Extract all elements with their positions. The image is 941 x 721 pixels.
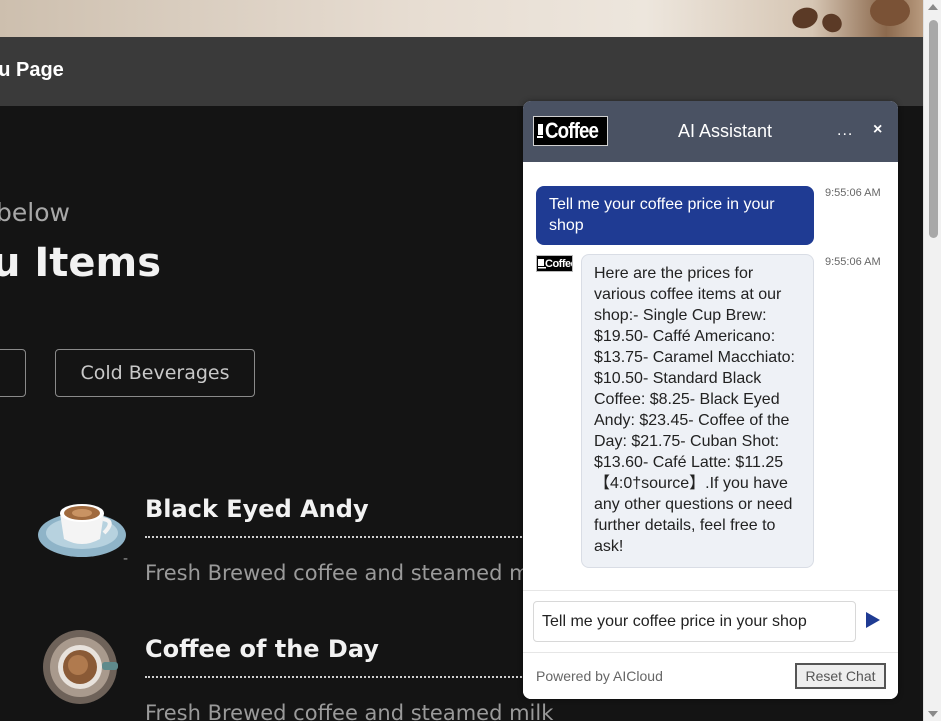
logo-text: Coffee bbox=[544, 118, 599, 143]
menu-item-divider bbox=[145, 676, 565, 678]
cup-icon bbox=[538, 259, 546, 269]
chat-footer: Powered by AICloud Reset Chat bbox=[523, 652, 898, 699]
close-icon[interactable]: × bbox=[873, 121, 882, 139]
menu-item-name: Coffee of the Day bbox=[145, 635, 379, 663]
menu-item-description: Fresh Brewed coffee and steamed milk bbox=[145, 701, 554, 721]
more-options-button[interactable]: ... bbox=[837, 122, 853, 140]
menu-item-name: Black Eyed Andy bbox=[145, 495, 369, 523]
chat-input-row: Tell me your coffee price in your shop bbox=[523, 590, 898, 652]
hero-image bbox=[0, 0, 923, 37]
coffee-logo: Coffee bbox=[533, 116, 608, 146]
bot-message: Here are the prices for various coffee i… bbox=[581, 254, 814, 568]
chat-title: AI Assistant bbox=[678, 121, 773, 141]
send-icon[interactable] bbox=[866, 612, 880, 628]
chat-widget: Coffee AI Assistant ... × Tell me your c… bbox=[523, 101, 898, 699]
bot-avatar: Coffee bbox=[536, 255, 573, 272]
user-message: Tell me your coffee price in your shop bbox=[536, 186, 814, 245]
category-button[interactable] bbox=[0, 349, 26, 397]
chat-message-input[interactable]: Tell me your coffee price in your shop bbox=[533, 601, 856, 642]
menu-item-dash: - bbox=[123, 551, 129, 567]
chat-messages: Tell me your coffee price in your shop 9… bbox=[523, 162, 898, 590]
page-title: nu Page bbox=[0, 59, 64, 81]
section-title: u Items bbox=[0, 240, 162, 286]
site-header: nu Page bbox=[0, 37, 923, 106]
coffee-cup-image bbox=[43, 630, 118, 704]
menu-item-divider bbox=[145, 536, 565, 538]
message-timestamp: 9:55:06 AM bbox=[825, 187, 881, 199]
powered-by-text: Powered by AICloud bbox=[536, 668, 663, 684]
cup-icon bbox=[537, 124, 543, 138]
scrollbar-thumb[interactable] bbox=[929, 20, 938, 238]
scroll-up-arrow-icon[interactable] bbox=[928, 4, 938, 10]
menu-item-description: Fresh Brewed coffee and steamed m bbox=[145, 561, 530, 585]
page-scrollbar[interactable] bbox=[923, 0, 941, 721]
section-subtitle: below bbox=[0, 198, 70, 227]
reset-chat-button[interactable]: Reset Chat bbox=[795, 663, 886, 689]
bot-avatar-text: Coffee bbox=[545, 257, 572, 270]
category-cold-beverages-button[interactable]: Cold Beverages bbox=[55, 349, 255, 397]
chat-header: Coffee AI Assistant ... × bbox=[523, 101, 898, 162]
coffee-cup-image bbox=[38, 504, 126, 557]
message-timestamp: 9:55:06 AM bbox=[825, 256, 881, 268]
scroll-down-arrow-icon[interactable] bbox=[928, 711, 938, 717]
